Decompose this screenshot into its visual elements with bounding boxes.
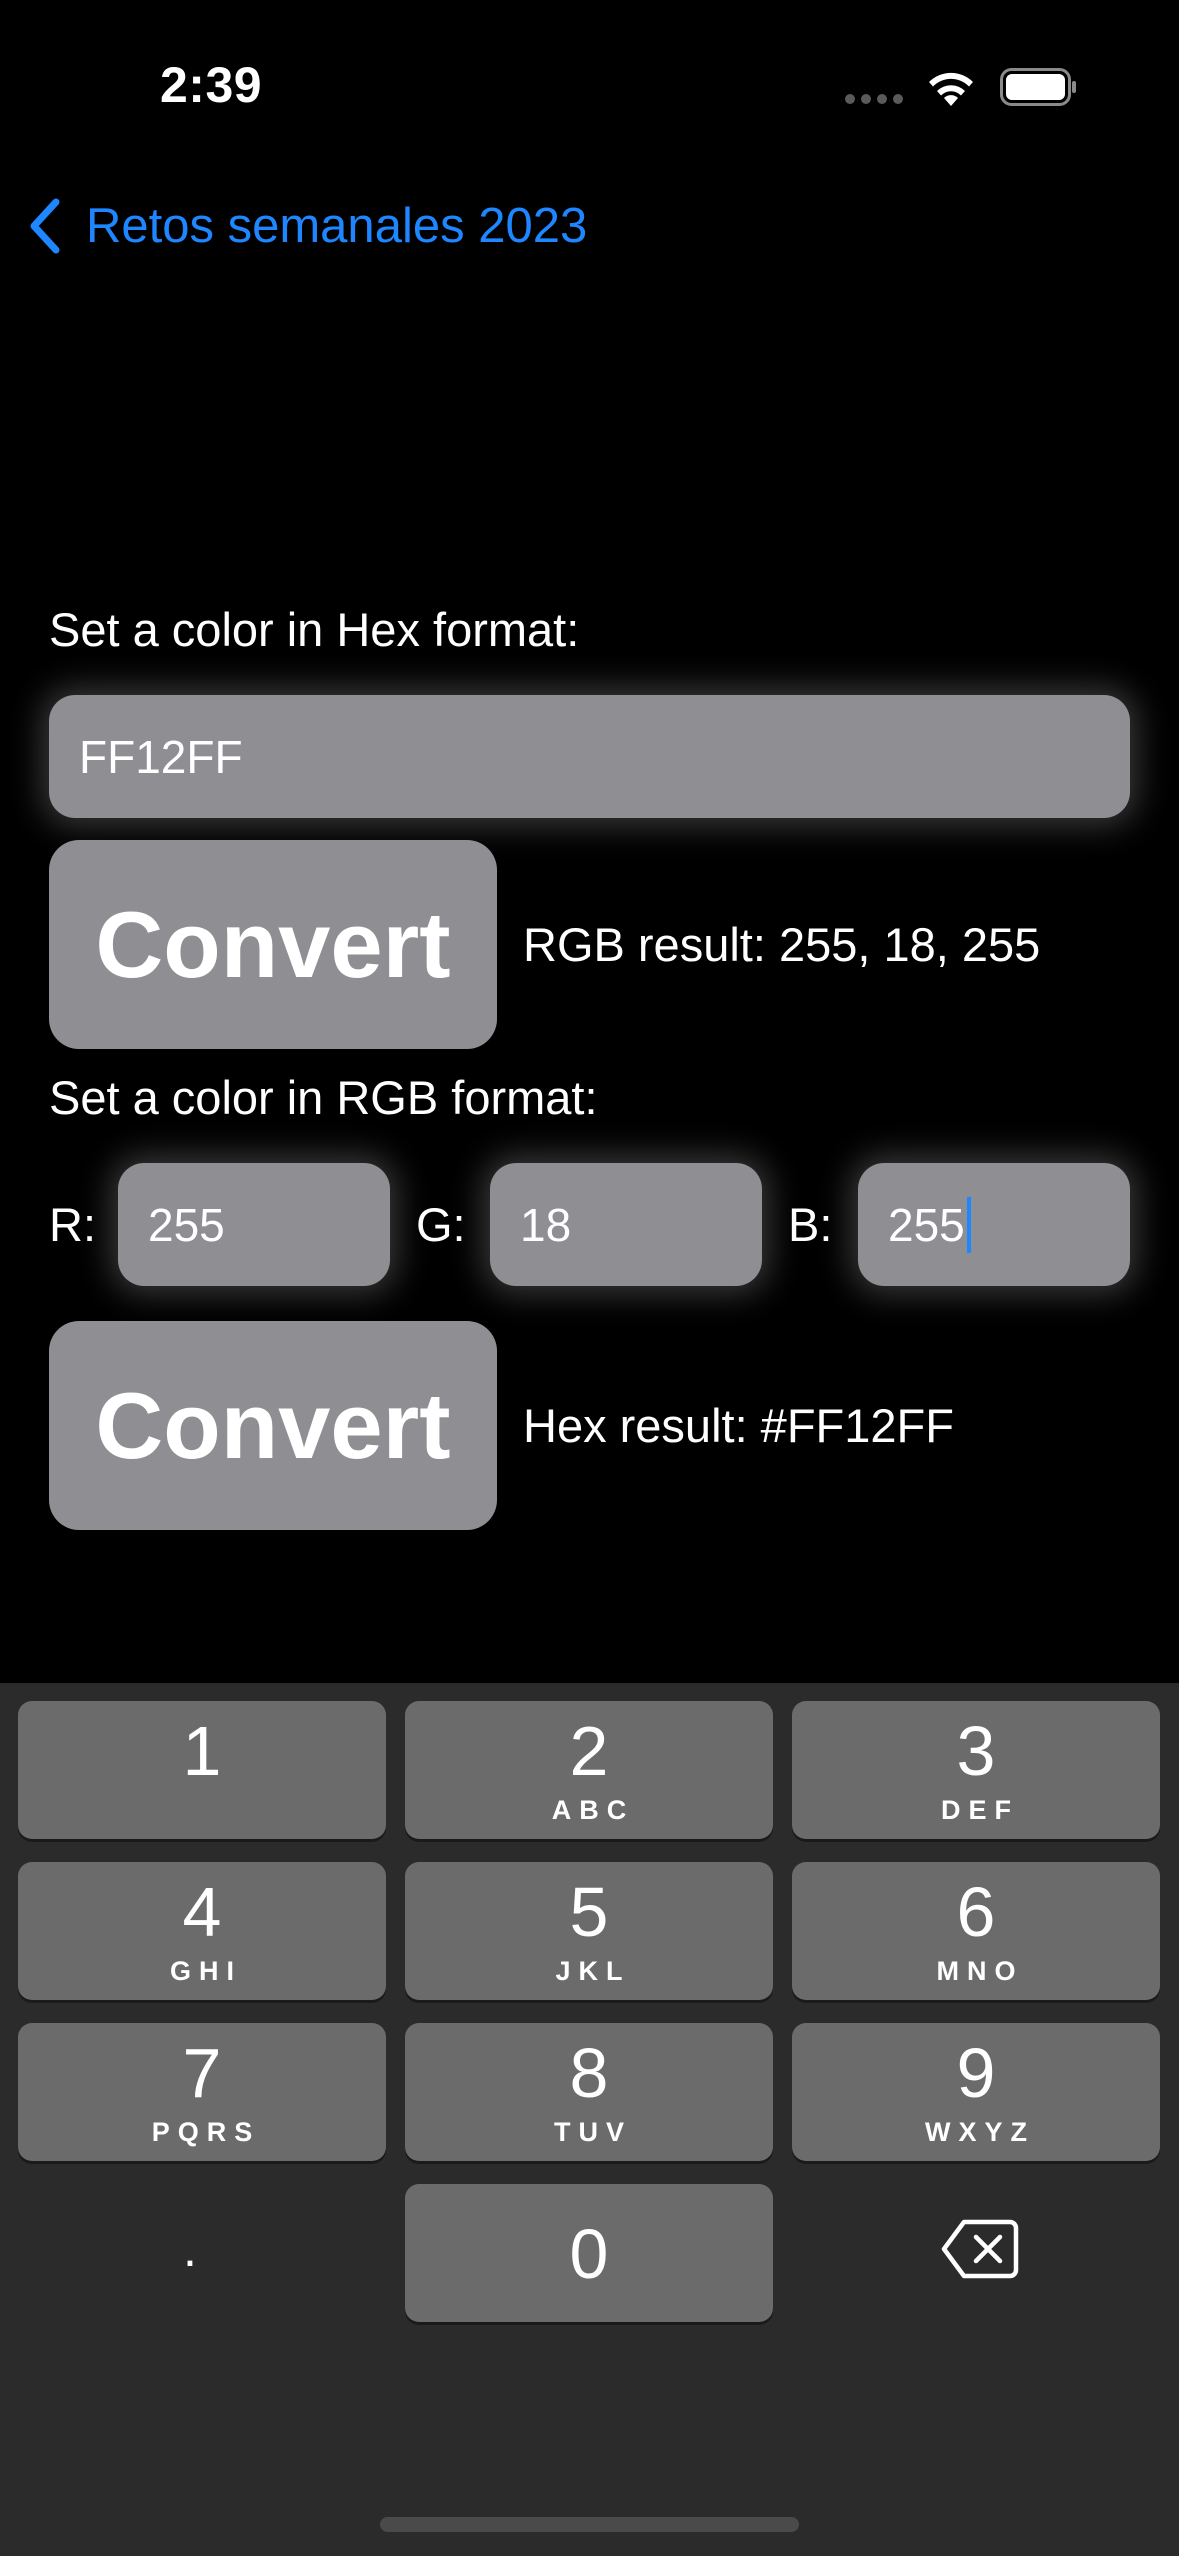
cellular-signal-icon	[845, 94, 907, 106]
key-6-number: 6	[956, 1873, 996, 1951]
status-time: 2:39	[160, 57, 263, 113]
key-8-number: 8	[569, 2034, 609, 2112]
b-label: B:	[788, 1198, 833, 1251]
convert-rgb-button-label: Convert	[95, 1372, 451, 1478]
hex-result: Hex result: #FF12FF	[523, 1399, 954, 1452]
key-2-letters: ABC	[551, 1795, 635, 1825]
convert-hex-button-label: Convert	[95, 891, 451, 997]
key-3-number: 3	[956, 1712, 996, 1790]
key-9[interactable]: 9 WXYZ	[792, 2023, 1160, 2161]
key-6-letters: MNO	[936, 1956, 1024, 1986]
r-input[interactable]: 255	[118, 1163, 390, 1286]
key-0[interactable]: 0	[405, 2184, 773, 2322]
rgb-result: RGB result: 255, 18, 255	[523, 918, 1041, 971]
key-7-number: 7	[182, 2034, 222, 2112]
backspace-icon	[941, 2219, 1019, 2279]
convert-hex-button[interactable]: Convert	[49, 840, 497, 1049]
key-5-letters: JKL	[555, 1956, 631, 1986]
key-8-letters: TUV	[554, 2117, 632, 2147]
rgb-label: Set a color in RGB format:	[49, 1071, 598, 1124]
hex-input-value: FF12FF	[79, 730, 243, 783]
g-label: G:	[416, 1198, 466, 1251]
g-input[interactable]: 18	[490, 1163, 762, 1286]
b-input-value: 255	[888, 1198, 965, 1251]
key-1-number: 1	[182, 1712, 222, 1790]
key-4-number: 4	[182, 1873, 222, 1951]
key-8[interactable]: 8 TUV	[405, 2023, 773, 2161]
back-button[interactable]: Retos semanales 2023	[24, 196, 587, 256]
key-7-letters: PQRS	[151, 2117, 261, 2147]
key-9-letters: WXYZ	[925, 2117, 1035, 2147]
key-6[interactable]: 6 MNO	[792, 1862, 1160, 2000]
key-1[interactable]: 1	[18, 1701, 386, 1839]
key-4-letters: GHI	[169, 1956, 242, 1986]
convert-rgb-button[interactable]: Convert	[49, 1321, 497, 1530]
key-4[interactable]: 4 GHI	[18, 1862, 386, 2000]
text-cursor	[966, 1196, 971, 1253]
delete-key[interactable]	[940, 2214, 1020, 2284]
key-decimal[interactable]: .	[150, 2220, 230, 2300]
chevron-left-icon	[30, 198, 60, 254]
r-label: R:	[49, 1198, 96, 1251]
hex-input[interactable]: FF12FF	[49, 695, 1130, 818]
b-input[interactable]: 255	[858, 1163, 1130, 1286]
home-indicator[interactable]	[380, 2517, 799, 2532]
key-2-number: 2	[569, 1712, 609, 1790]
key-5[interactable]: 5 JKL	[405, 1862, 773, 2000]
key-3[interactable]: 3 DEF	[792, 1701, 1160, 1839]
key-5-number: 5	[569, 1873, 609, 1951]
g-input-value: 18	[520, 1198, 572, 1251]
key-3-letters: DEF	[941, 1795, 1019, 1825]
key-2[interactable]: 2 ABC	[405, 1701, 773, 1839]
hex-label: Set a color in Hex format:	[49, 603, 580, 656]
battery-icon	[1000, 68, 1078, 106]
r-input-value: 255	[148, 1198, 225, 1251]
back-button-label: Retos semanales 2023	[86, 199, 588, 253]
key-7[interactable]: 7 PQRS	[18, 2023, 386, 2161]
wifi-icon	[924, 66, 978, 110]
key-9-number: 9	[956, 2034, 996, 2112]
key-0-number: 0	[569, 2215, 609, 2293]
